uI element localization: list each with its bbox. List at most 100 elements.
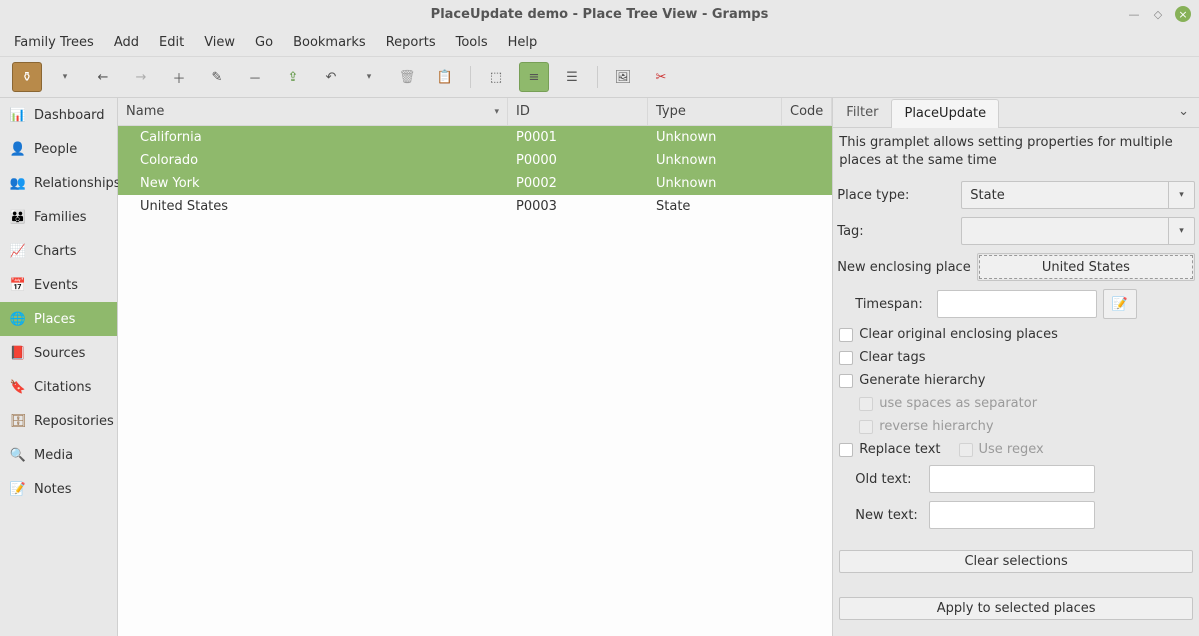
row-place-type: Place type: State ▾	[837, 181, 1195, 209]
column-header-id[interactable]: ID	[508, 98, 648, 125]
cell-id: P0001	[508, 130, 648, 145]
add-button[interactable]: ＋	[164, 62, 194, 92]
cell-type: State	[648, 199, 782, 214]
sidebar-item-citations[interactable]: 🔖 Citations	[0, 370, 117, 404]
forward-button[interactable]: →	[126, 62, 156, 92]
undo-icon: ↶	[326, 70, 337, 85]
view-detail-button[interactable]: ☰	[557, 62, 587, 92]
enclosing-place-button[interactable]: United States	[977, 253, 1195, 281]
table-row[interactable]: New York P0002 Unknown	[118, 172, 832, 195]
sidebar-item-charts[interactable]: 📈Charts	[0, 234, 117, 268]
use-spaces-checkbox	[859, 397, 873, 411]
back-button[interactable]: ←	[88, 62, 118, 92]
column-header-name[interactable]: Name▾	[118, 98, 508, 125]
table-body: California P0001 Unknown Colorado P0000 …	[118, 126, 832, 636]
sidebar-item-notes[interactable]: 📝Notes	[0, 472, 117, 506]
menu-view[interactable]: View	[194, 31, 245, 54]
sidebar-item-label: Dashboard	[34, 108, 105, 123]
menu-edit[interactable]: Edit	[149, 31, 194, 54]
media-icon: 🔍	[10, 447, 26, 463]
placeupdate-panel: This gramplet allows setting properties …	[833, 128, 1199, 636]
sidebar-item-events[interactable]: 📅 Events	[0, 268, 117, 302]
row-replace-text: Replace text Use regex	[837, 442, 1195, 457]
table-row[interactable]: United States P0003 State	[118, 195, 832, 218]
label-use-regex: Use regex	[979, 442, 1044, 457]
separator	[470, 66, 471, 88]
panel-expand-button[interactable]: ⌄	[1168, 98, 1199, 127]
view-list-button[interactable]: ≡	[519, 62, 549, 92]
separator	[597, 66, 598, 88]
remove-button[interactable]: －	[240, 62, 270, 92]
menu-family-trees[interactable]: Family Trees	[4, 31, 104, 54]
sidebar-item-sources[interactable]: 📕Sources	[0, 336, 117, 370]
delete-button[interactable]: 🗑	[392, 62, 422, 92]
cell-name: Colorado	[118, 153, 508, 168]
edit-button[interactable]: ✎	[202, 62, 232, 92]
menu-add[interactable]: Add	[104, 31, 149, 54]
sidebar-item-label: Citations	[34, 380, 91, 395]
old-text-input[interactable]	[929, 465, 1095, 493]
menu-go[interactable]: Go	[245, 31, 283, 54]
table-row[interactable]: California P0001 Unknown	[118, 126, 832, 149]
button-label: Clear selections	[964, 554, 1067, 569]
tag-select[interactable]: ▾	[961, 217, 1195, 245]
timespan-input[interactable]	[937, 290, 1097, 318]
reverse-hierarchy-checkbox	[859, 420, 873, 434]
family-tree-button[interactable]: ⚱	[12, 62, 42, 92]
generate-hierarchy-checkbox[interactable]	[839, 374, 853, 388]
table-row[interactable]: Colorado P0000 Unknown	[118, 149, 832, 172]
cut-button[interactable]: ✂	[646, 62, 676, 92]
clear-tags-checkbox[interactable]	[839, 351, 853, 365]
new-text-input[interactable]	[929, 501, 1095, 529]
merge-button[interactable]: ⇪	[278, 62, 308, 92]
replace-text-checkbox[interactable]	[839, 443, 853, 457]
use-regex-checkbox	[959, 443, 973, 457]
sidebar-item-relationships[interactable]: 👥Relationships	[0, 166, 117, 200]
undo-button[interactable]: ↶	[316, 62, 346, 92]
row-old-text: Old text:	[837, 465, 1195, 493]
dashboard-icon: 📊	[10, 107, 26, 123]
timespan-date-button[interactable]: 📝	[1103, 289, 1137, 319]
cell-id: P0002	[508, 176, 648, 191]
sidebar-item-dashboard[interactable]: 📊 Dashboard	[0, 98, 117, 132]
tab-filter[interactable]: Filter	[833, 98, 891, 127]
sidebar-item-families[interactable]: 👪Families	[0, 200, 117, 234]
clear-selections-button[interactable]: Clear selections	[839, 550, 1193, 573]
sidebar-item-label: People	[34, 142, 77, 157]
cell-id: P0003	[508, 199, 648, 214]
clipboard-button[interactable]: 📋	[430, 62, 460, 92]
cell-id: P0000	[508, 153, 648, 168]
arrow-right-icon: →	[136, 70, 147, 85]
merge-icon: ⇪	[288, 70, 299, 85]
menu-reports[interactable]: Reports	[376, 31, 446, 54]
menu-bookmarks[interactable]: Bookmarks	[283, 31, 376, 54]
chevron-down-icon: ▾	[1168, 218, 1194, 244]
sidebar-item-label: Events	[34, 278, 78, 293]
events-icon: 📅	[10, 277, 26, 293]
sidebar-item-repositories[interactable]: 🗄Repositories	[0, 404, 117, 438]
menu-tools[interactable]: Tools	[446, 31, 498, 54]
citations-icon: 🔖	[10, 379, 26, 395]
menu-help[interactable]: Help	[498, 31, 548, 54]
apply-button[interactable]: Apply to selected places	[839, 597, 1193, 620]
tab-placeupdate[interactable]: PlaceUpdate	[891, 99, 999, 128]
view-hierarchy-button[interactable]: ⬚	[481, 62, 511, 92]
close-button[interactable]: ×	[1175, 6, 1191, 22]
minimize-button[interactable]: —	[1127, 7, 1141, 21]
undo-dropdown[interactable]: ▾	[354, 62, 384, 92]
clear-enclosing-checkbox[interactable]	[839, 328, 853, 342]
repositories-icon: 🗄	[10, 413, 26, 429]
column-header-code[interactable]: Code	[782, 98, 832, 125]
row-new-text: New text:	[837, 501, 1195, 529]
column-header-type[interactable]: Type	[648, 98, 782, 125]
image-button[interactable]: 🖼	[608, 62, 638, 92]
sidebar-item-media[interactable]: 🔍Media	[0, 438, 117, 472]
minus-icon: －	[248, 68, 261, 87]
list-icon: ≡	[529, 70, 540, 85]
sidebar-item-places[interactable]: 🌐Places	[0, 302, 117, 336]
family-tree-dropdown[interactable]: ▾	[50, 62, 80, 92]
sidebar-item-people[interactable]: 👤People	[0, 132, 117, 166]
place-type-select[interactable]: State ▾	[961, 181, 1195, 209]
families-icon: 👪	[10, 209, 26, 225]
maximize-button[interactable]: ◇	[1151, 7, 1165, 21]
